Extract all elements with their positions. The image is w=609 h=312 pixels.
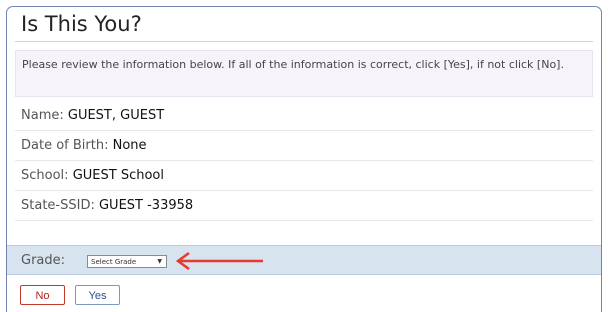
chevron-down-icon: ▼ [157, 258, 162, 265]
field-school-label: School: [21, 168, 69, 183]
field-ssid-value: GUEST -33958 [98, 198, 194, 213]
field-dob: Date of Birth: None [15, 131, 593, 161]
confirm-identity-dialog: Is This You? Please review the informati… [6, 6, 602, 312]
field-school: School: GUEST School [15, 161, 593, 191]
dialog-title: Is This You? [21, 12, 142, 36]
yes-button[interactable]: Yes [75, 285, 120, 305]
field-ssid: State-SSID: GUEST -33958 [15, 191, 593, 221]
field-school-value: GUEST School [72, 168, 164, 183]
field-dob-label: Date of Birth: [21, 138, 109, 153]
instructions-notice: Please review the information below. If … [15, 50, 593, 97]
arrow-left-icon [175, 252, 263, 270]
grade-row: Grade: Select Grade ▼ [7, 245, 601, 275]
grade-select-value: Select Grade [91, 258, 137, 266]
field-ssid-label: State-SSID: [21, 198, 95, 213]
grade-select[interactable]: Select Grade ▼ [87, 255, 167, 268]
field-name: Name: GUEST, GUEST [15, 101, 593, 131]
dialog-header: Is This You? [15, 7, 593, 42]
field-name-label: Name: [21, 108, 64, 123]
field-dob-value: None [112, 138, 147, 153]
no-button[interactable]: No [20, 285, 65, 305]
grade-label: Grade: [21, 253, 66, 268]
field-name-value: GUEST, GUEST [67, 108, 165, 123]
